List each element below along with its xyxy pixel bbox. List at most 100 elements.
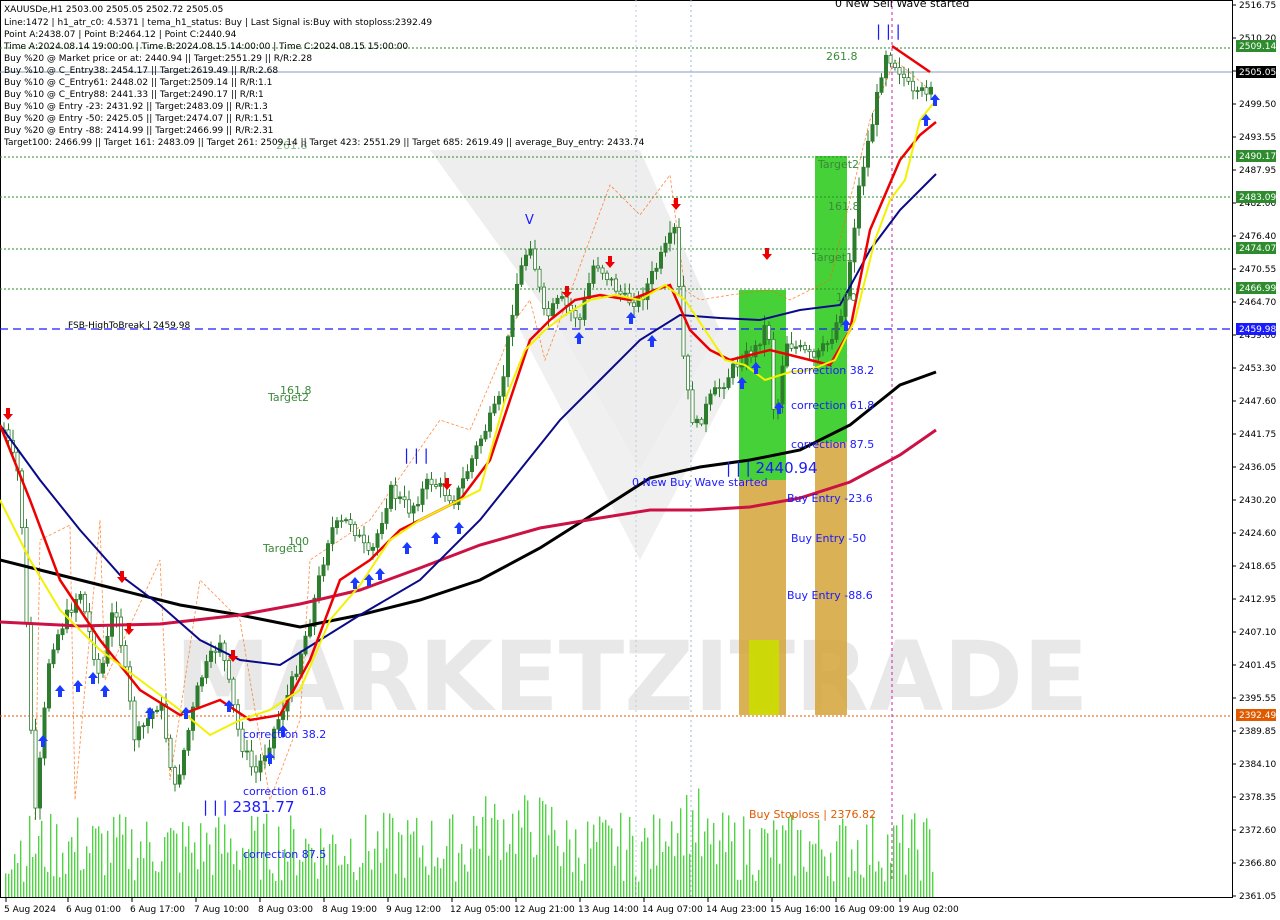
info-line: Line:1472 | h1_atr_c0: 4.5371 | tema_h1_…	[4, 18, 432, 28]
volume-bar	[623, 880, 625, 897]
volume-bar	[833, 881, 835, 897]
volume-bar	[134, 880, 136, 897]
volume-bar	[638, 881, 640, 897]
candle-body	[852, 227, 857, 263]
candle-body	[415, 504, 420, 507]
label-261: 261.8	[826, 50, 858, 63]
candle-body	[893, 62, 898, 68]
volume-bar	[11, 869, 13, 897]
volume-bar	[137, 857, 139, 897]
volume-bar	[332, 834, 334, 897]
price-tick: 2378.35	[1239, 793, 1276, 803]
candle-body	[911, 80, 916, 92]
volume-bar	[347, 864, 349, 897]
candle-body	[924, 87, 929, 95]
candle-body	[388, 484, 393, 509]
price-tick: 2361.05	[1239, 892, 1276, 902]
candle-body	[794, 346, 799, 349]
candle-body	[379, 523, 384, 535]
candle-body	[825, 343, 830, 345]
candle-body	[357, 534, 362, 537]
volume-bar	[758, 870, 760, 897]
candle-body	[244, 750, 249, 753]
candle-body	[96, 658, 101, 674]
volume-bar	[71, 837, 73, 897]
price-tick: 2516.75	[1239, 1, 1276, 11]
volume-bar	[869, 864, 871, 897]
candle-body	[478, 438, 483, 447]
candle-body	[861, 166, 866, 187]
volume-bar	[422, 845, 424, 897]
volume-bar	[920, 880, 922, 897]
level-tag: 2483.09	[1239, 193, 1276, 203]
candle-body	[596, 265, 601, 269]
info-line: Buy %20 @ Entry -88: 2414.99 || Target:2…	[4, 126, 273, 136]
info-line: Target100: 2466.99 || Target 161: 2483.0…	[3, 138, 645, 148]
candle-body	[618, 290, 623, 295]
volume-bar	[38, 835, 40, 897]
volume-bar	[755, 880, 757, 897]
volume-bar	[14, 854, 16, 897]
volume-bar	[896, 825, 898, 897]
volume-bar	[68, 841, 70, 897]
candle-body	[906, 77, 911, 82]
volume-bar	[383, 812, 385, 897]
candle-body	[505, 336, 510, 378]
volume-bar	[83, 868, 85, 897]
volume-bar	[572, 872, 574, 897]
volume-bar	[650, 868, 652, 897]
candle-body	[762, 325, 767, 346]
candle-body	[348, 519, 353, 525]
volume-bar	[47, 871, 49, 897]
candle-body	[339, 520, 344, 523]
volume-bar	[224, 824, 226, 897]
volume-bar	[569, 839, 571, 897]
volume-bar	[686, 794, 688, 897]
volume-bar	[215, 827, 217, 897]
volume-bar	[632, 835, 634, 897]
price-chart[interactable]: MARKETZITRADE 0 New Sell Wave started |	[0, 0, 1280, 920]
volume-bar	[596, 841, 598, 897]
candle-body	[866, 140, 871, 168]
candle-body	[731, 363, 736, 379]
volume-bar	[260, 879, 262, 897]
volume-bar	[200, 823, 202, 897]
candle-body	[735, 363, 740, 368]
price-tick: 2430.20	[1239, 496, 1276, 506]
candle-body	[136, 726, 141, 741]
volume-bar	[77, 817, 79, 897]
volume-bar	[764, 829, 766, 897]
candle-body	[807, 349, 812, 353]
level-tag: 2505.05	[1239, 68, 1276, 78]
candle-body	[78, 593, 83, 600]
volume-bar	[494, 803, 496, 897]
candle-body	[487, 412, 492, 432]
candle-body	[123, 645, 128, 668]
volume-bar	[404, 877, 406, 897]
volume-bar	[599, 816, 601, 897]
symbol-line: XAUUSDe,H1 2503.00 2505.05 2502.72 2505.…	[4, 5, 223, 15]
volume-bar	[653, 814, 655, 897]
volume-bar	[923, 822, 925, 897]
volume-bar	[416, 817, 418, 897]
price-tick: 2493.55	[1239, 133, 1276, 143]
volume-bar	[887, 834, 889, 897]
volume-bar	[158, 872, 160, 897]
volume-bar	[773, 820, 775, 897]
candle-body	[406, 499, 411, 514]
candle-body	[447, 495, 452, 502]
candle-body	[483, 430, 488, 440]
volume-bar	[128, 869, 130, 897]
candle-body	[726, 377, 731, 389]
candle-body	[654, 267, 659, 272]
buy-stoploss-label: Buy Stoploss | 2376.82	[749, 808, 876, 821]
volume-bar	[419, 857, 421, 897]
volume-bar	[362, 862, 364, 897]
volume-bar	[530, 831, 532, 897]
candle-body	[510, 314, 515, 338]
candle-body	[713, 387, 718, 395]
volume-bar	[641, 841, 643, 897]
volume-bar	[80, 870, 82, 897]
volume-bar	[806, 871, 808, 897]
volume-bar	[41, 820, 43, 897]
